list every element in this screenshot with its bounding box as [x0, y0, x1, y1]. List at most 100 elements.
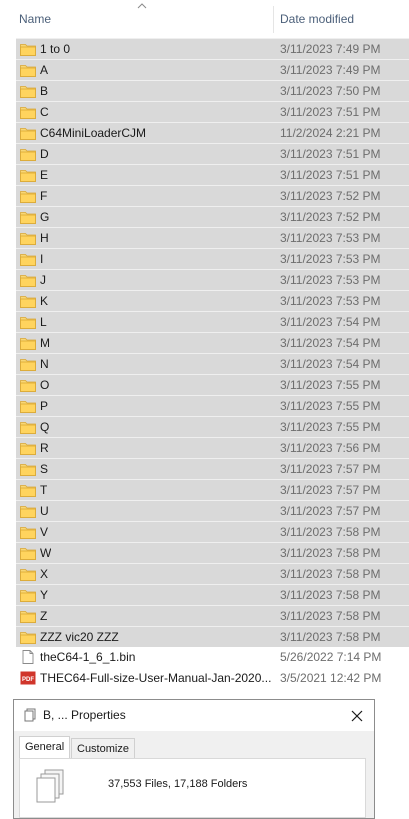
column-separator[interactable]	[273, 6, 274, 33]
dialog-titlebar[interactable]: B, ... Properties	[14, 700, 374, 731]
item-name: Y	[40, 588, 49, 602]
list-item[interactable]: B 3/11/2023 7:50 PM	[16, 80, 409, 101]
item-name: L	[40, 315, 47, 329]
multiple-files-icon	[36, 769, 64, 803]
list-item[interactable]: K 3/11/2023 7:53 PM	[16, 290, 409, 311]
item-date-modified: 3/11/2023 7:54 PM	[280, 357, 381, 371]
folder-icon	[20, 569, 36, 581]
item-name: K	[40, 294, 49, 308]
folder-icon	[20, 149, 36, 161]
list-item[interactable]: E 3/11/2023 7:51 PM	[16, 164, 409, 185]
list-item[interactable]: W 3/11/2023 7:58 PM	[16, 542, 409, 563]
item-date-modified: 3/11/2023 7:49 PM	[280, 42, 381, 56]
list-item[interactable]: R 3/11/2023 7:56 PM	[16, 437, 409, 458]
item-date-modified: 3/11/2023 7:55 PM	[280, 399, 381, 413]
folder-icon	[20, 464, 36, 476]
folder-icon	[20, 506, 36, 518]
item-name: C64MiniLoaderCJM	[40, 126, 147, 140]
list-item[interactable]: S 3/11/2023 7:57 PM	[16, 458, 409, 479]
item-date-modified: 3/5/2021 12:42 PM	[280, 671, 382, 685]
item-date-modified: 3/11/2023 7:54 PM	[280, 315, 381, 329]
file-list: 1 to 0 3/11/2023 7:49 PM A 3/11/2023 7:49 P…	[0, 38, 409, 689]
pdf-icon: PDF	[20, 671, 36, 685]
folder-icon	[20, 527, 36, 539]
file-folder-count: 37,553 Files, 17,188 Folders	[108, 778, 248, 790]
tab-general[interactable]: General	[19, 736, 71, 759]
folder-icon	[20, 191, 36, 203]
list-item[interactable]: G 3/11/2023 7:52 PM	[16, 206, 409, 227]
tab-customize[interactable]: Customize	[71, 738, 135, 758]
file-icon	[22, 650, 34, 664]
folder-icon	[20, 590, 36, 602]
item-date-modified: 3/11/2023 7:57 PM	[280, 462, 381, 476]
folder-icon	[20, 359, 36, 371]
item-name: Z	[40, 609, 48, 623]
folder-icon	[20, 107, 36, 119]
item-name: B	[40, 84, 49, 98]
list-item[interactable]: PDF THEC64-Full-size-User-Manual-Jan-2020…	[16, 668, 409, 689]
folder-icon	[20, 380, 36, 392]
folder-icon	[20, 212, 36, 224]
item-name: F	[40, 189, 48, 203]
folder-icon	[20, 65, 36, 77]
list-item[interactable]: J 3/11/2023 7:53 PM	[16, 269, 409, 290]
column-header: Name Date modified	[0, 0, 409, 38]
item-date-modified: 3/11/2023 7:55 PM	[280, 378, 381, 392]
item-date-modified: 3/11/2023 7:58 PM	[280, 546, 381, 560]
date-column-header[interactable]: Date modified	[280, 12, 354, 26]
list-item[interactable]: A 3/11/2023 7:49 PM	[16, 59, 409, 80]
name-column-header[interactable]: Name	[19, 12, 51, 26]
item-name: ZZZ vic20 ZZZ	[40, 630, 119, 644]
list-item[interactable]: ZZZ vic20 ZZZ 3/11/2023 7:58 PM	[16, 626, 409, 647]
list-item[interactable]: D 3/11/2023 7:51 PM	[16, 143, 409, 164]
close-button[interactable]	[346, 705, 368, 727]
item-date-modified: 3/11/2023 7:58 PM	[280, 525, 381, 539]
item-name: M	[40, 336, 50, 350]
folder-icon	[20, 401, 36, 413]
item-name: X	[40, 567, 49, 581]
item-name: G	[40, 210, 50, 224]
folder-icon	[20, 548, 36, 560]
folder-icon	[20, 275, 36, 287]
list-item[interactable]: H 3/11/2023 7:53 PM	[16, 227, 409, 248]
folder-icon	[20, 128, 36, 140]
list-item[interactable]: O 3/11/2023 7:55 PM	[16, 374, 409, 395]
list-item[interactable]: M 3/11/2023 7:54 PM	[16, 332, 409, 353]
list-item[interactable]: 1 to 0 3/11/2023 7:49 PM	[16, 38, 409, 59]
list-item[interactable]: Z 3/11/2023 7:58 PM	[16, 605, 409, 626]
list-item[interactable]: X 3/11/2023 7:58 PM	[16, 563, 409, 584]
list-item[interactable]: L 3/11/2023 7:54 PM	[16, 311, 409, 332]
folder-icon	[20, 338, 36, 350]
dialog-title: B, ... Properties	[43, 708, 126, 722]
item-name: D	[40, 147, 49, 161]
item-date-modified: 3/11/2023 7:49 PM	[280, 63, 381, 77]
item-date-modified: 5/26/2022 7:14 PM	[280, 650, 382, 664]
list-item[interactable]: P 3/11/2023 7:55 PM	[16, 395, 409, 416]
item-date-modified: 3/11/2023 7:58 PM	[280, 567, 381, 581]
list-item[interactable]: N 3/11/2023 7:54 PM	[16, 353, 409, 374]
list-item[interactable]: C64MiniLoaderCJM 11/2/2024 2:21 PM	[16, 122, 409, 143]
folder-icon	[20, 422, 36, 434]
list-item[interactable]: Q 3/11/2023 7:55 PM	[16, 416, 409, 437]
item-date-modified: 3/11/2023 7:53 PM	[280, 231, 381, 245]
item-date-modified: 3/11/2023 7:51 PM	[280, 147, 381, 161]
list-item[interactable]: U 3/11/2023 7:57 PM	[16, 500, 409, 521]
item-date-modified: 3/11/2023 7:55 PM	[280, 420, 381, 434]
item-name: E	[40, 168, 49, 182]
list-item[interactable]: Y 3/11/2023 7:58 PM	[16, 584, 409, 605]
list-item[interactable]: C 3/11/2023 7:51 PM	[16, 101, 409, 122]
list-item[interactable]: V 3/11/2023 7:58 PM	[16, 521, 409, 542]
item-name: R	[40, 441, 49, 455]
item-name: O	[40, 378, 50, 392]
list-item[interactable]: I 3/11/2023 7:53 PM	[16, 248, 409, 269]
item-name: Q	[40, 420, 50, 434]
list-item[interactable]: theC64-1_6_1.bin 5/26/2022 7:14 PM	[16, 647, 409, 668]
folder-icon	[20, 44, 36, 56]
item-date-modified: 3/11/2023 7:51 PM	[280, 168, 381, 182]
list-item[interactable]: T 3/11/2023 7:57 PM	[16, 479, 409, 500]
item-name: T	[40, 483, 48, 497]
general-panel: 37,553 Files, 17,188 Folders	[19, 758, 366, 818]
item-name: J	[40, 273, 46, 287]
item-date-modified: 3/11/2023 7:54 PM	[280, 336, 381, 350]
list-item[interactable]: F 3/11/2023 7:52 PM	[16, 185, 409, 206]
